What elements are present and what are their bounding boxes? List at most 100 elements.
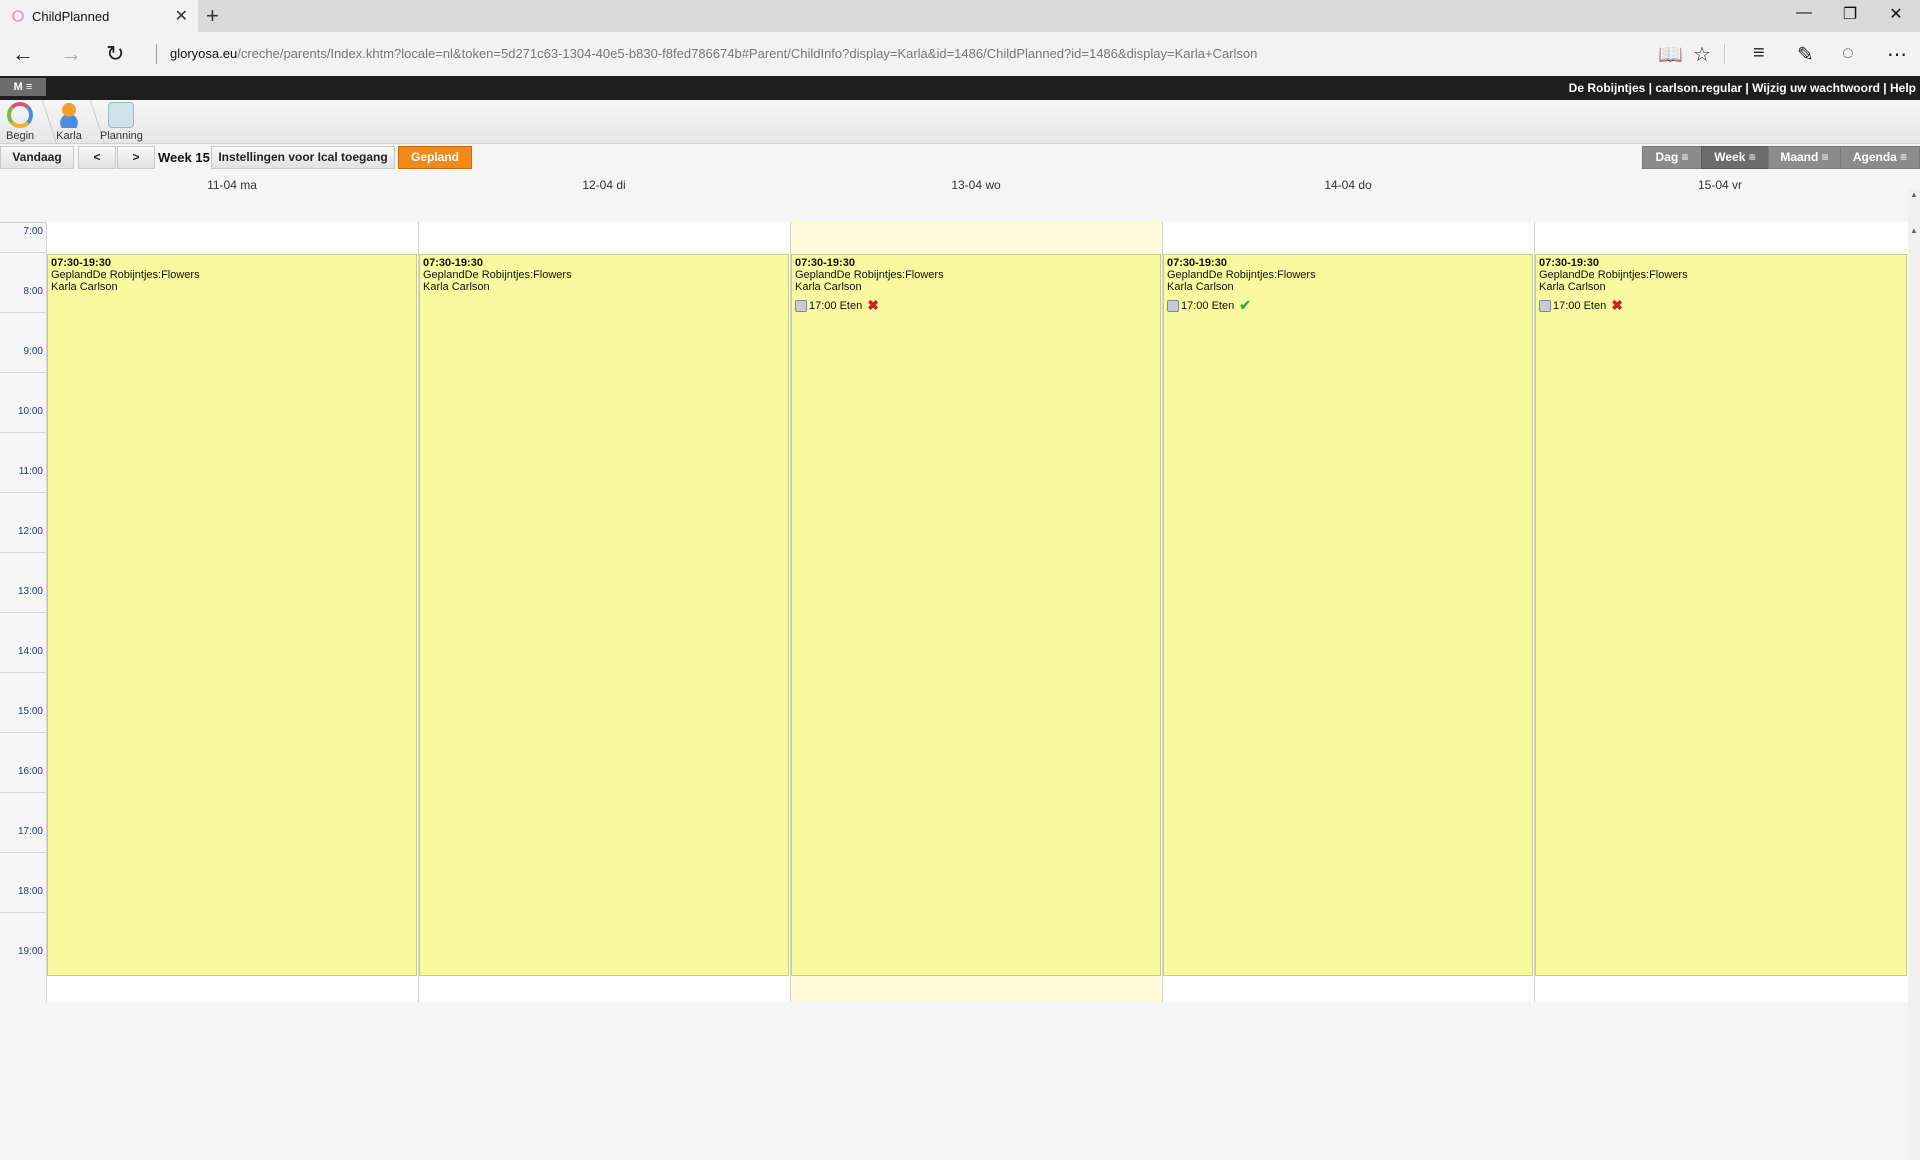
planned-event[interactable]: 07:30-19:30 GeplandDe Robijntjes:Flowers… [1535,254,1907,976]
hour-label: 9:00 [23,346,43,357]
meal-entry[interactable]: 17:00 Eten ✖ [1539,297,1903,314]
prev-week-button[interactable]: < [78,146,116,169]
event-group: GeplandDe Robijntjes:Flowers [795,269,944,281]
reading-view-icon[interactable]: 📖 [1658,42,1683,67]
breadcrumb-label: Planning [100,130,143,142]
hub-icon[interactable]: ≡ [1753,42,1765,65]
planned-event[interactable]: 07:30-19:30 GeplandDe Robijntjes:Flowers… [47,254,417,976]
day-header: 14-04 do [1324,178,1372,192]
new-tab-icon[interactable]: + [206,3,219,29]
week-calendar: 11-04 ma 12-04 di 13-04 wo 14-04 do 15-0… [0,170,1920,1160]
event-group: GeplandDe Robijntjes:Flowers [1539,269,1688,281]
url-separator [156,44,157,64]
back-icon[interactable]: ← [12,41,34,67]
meal-icon [1167,299,1179,312]
scroll-up-icon[interactable]: ▲ [1910,190,1918,199]
today-button[interactable]: Vandaag [0,146,74,169]
day-header: 13-04 wo [951,178,1001,192]
event-time: 07:30-19:30 [51,257,111,269]
planned-event[interactable]: 07:30-19:30 GeplandDe Robijntjes:Flowers… [791,254,1161,976]
breadcrumb: Begin Karla Planning [0,100,1920,144]
next-week-button[interactable]: > [117,146,155,169]
event-time: 07:30-19:30 [1167,257,1227,269]
address-bar: ← → ↻ gloryosa.eu/creche/parents/Index.k… [0,32,1920,76]
event-child: Karla Carlson [423,281,490,293]
hour-line [0,732,46,733]
meal-label: 17:00 Eten [809,299,863,312]
minimize-icon[interactable]: — [1781,4,1827,22]
planned-button[interactable]: Gepland [398,146,472,169]
web-note-icon[interactable]: ✎ [1797,42,1814,67]
share-icon[interactable]: ◌ [1842,42,1854,65]
user-links[interactable]: De Robijntjes | carlson.regular | Wijzig… [1569,81,1916,95]
hour-label: 12:00 [17,526,43,537]
hour-line [0,672,46,673]
event-child: Karla Carlson [1539,281,1606,293]
breadcrumb-label: Karla [56,130,82,142]
ical-settings-button[interactable]: Instellingen voor Ical toegang [211,146,395,169]
calendar-scrollbar[interactable]: ▲ ▲ [1908,190,1920,1160]
breadcrumb-label: Begin [6,130,35,142]
event-time: 07:30-19:30 [795,257,855,269]
planned-event[interactable]: 07:30-19:30 GeplandDe Robijntjes:Flowers… [419,254,789,976]
hour-line [0,552,46,553]
event-time: 07:30-19:30 [1539,257,1599,269]
meal-label: 17:00 Eten [1553,299,1607,312]
hour-line [0,312,46,313]
hour-line [0,492,46,493]
url-field[interactable]: gloryosa.eu/creche/parents/Index.khtm?lo… [170,46,1257,61]
restore-icon[interactable]: ❐ [1827,4,1873,24]
home-icon [7,102,34,128]
breadcrumb-separator [32,100,58,144]
hour-line [0,372,46,373]
url-host: gloryosa.eu [170,46,238,61]
view-week-button[interactable]: Week ≡ [1701,146,1769,169]
planning-map-icon [108,102,135,128]
event-child: Karla Carlson [51,281,118,293]
hour-line [0,432,46,433]
more-icon[interactable]: ⋯ [1887,42,1907,67]
event-group: GeplandDe Robijntjes:Flowers [1167,269,1316,281]
meal-entry[interactable]: 17:00 Eten ✖ [795,297,1157,314]
day-header: 15-04 vr [1697,178,1743,192]
browser-tab-bar: ChildPlanned ✕ + — ❐ ✕ [0,0,1920,32]
hour-label: 11:00 [18,466,43,477]
url-path: /creche/parents/Index.khtm?locale=nl&tok… [237,46,1258,61]
close-window-icon[interactable]: ✕ [1873,4,1919,24]
breadcrumb-karla[interactable]: Karla [56,102,82,142]
favorite-star-icon[interactable]: ☆ [1693,42,1711,67]
cancel-icon[interactable]: ✖ [867,297,879,314]
hour-label: 19:00 [17,946,43,957]
hour-line [0,912,46,913]
meal-entry[interactable]: 17:00 Eten ✔ [1167,297,1529,314]
cancel-icon[interactable]: ✖ [1611,297,1623,314]
main-menu-button[interactable]: M ≡ [0,78,46,96]
event-child: Karla Carlson [1167,281,1234,293]
close-tab-icon[interactable]: ✕ [175,6,188,26]
planned-event[interactable]: 07:30-19:30 GeplandDe Robijntjes:Flowers… [1163,254,1533,976]
hour-label: 10:00 [17,406,43,417]
event-time: 07:30-19:30 [423,257,483,269]
hour-label: 7:00 [23,226,43,237]
browser-tab[interactable]: ChildPlanned ✕ [0,0,198,32]
calendar-toolbar: Vandaag < > Week 15 Instellingen voor Ic… [0,146,1920,170]
view-agenda-button[interactable]: Agenda ≡ [1840,146,1920,169]
child-icon [56,102,82,128]
hour-line [0,612,46,613]
meal-icon [1539,299,1551,312]
forward-icon[interactable]: → [60,41,82,67]
favicon-icon [12,10,24,22]
week-label: Week 15 [158,150,210,165]
event-group: GeplandDe Robijntjes:Flowers [51,269,200,281]
view-month-button[interactable]: Maand ≡ [1768,146,1841,169]
refresh-icon[interactable]: ↻ [106,41,124,67]
scroll-up-icon[interactable]: ▲ [1910,226,1918,235]
tab-title: ChildPlanned [32,8,110,24]
view-day-button[interactable]: Dag ≡ [1642,146,1702,169]
breadcrumb-begin[interactable]: Begin [6,102,34,142]
checkmark-icon[interactable]: ✔ [1239,297,1251,314]
hour-label: 14:00 [17,646,43,657]
hour-line [0,792,46,793]
event-child: Karla Carlson [795,281,862,293]
breadcrumb-planning[interactable]: Planning [100,102,143,142]
